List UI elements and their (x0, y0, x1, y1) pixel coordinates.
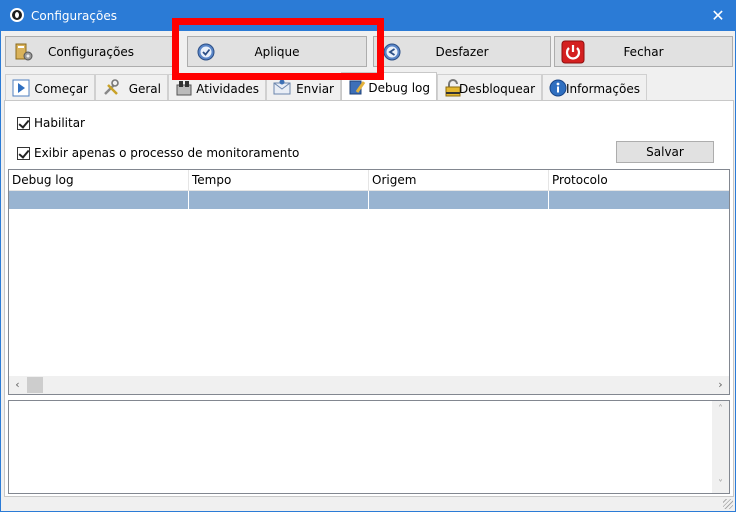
debug-log-panel: Habilitar Exibir apenas o processo de mo… (4, 100, 734, 497)
table-cell (9, 191, 189, 209)
tab-atividades-label: Atividades (196, 82, 259, 96)
table-cell (549, 191, 729, 209)
habilitar-checkbox[interactable] (17, 117, 30, 130)
scroll-left-icon[interactable]: ‹ (9, 376, 26, 394)
tab-enviar-label: Enviar (296, 82, 334, 96)
scroll-up-icon[interactable]: ˄ (712, 401, 729, 418)
tools-icon (104, 79, 119, 95)
play-icon (12, 79, 30, 97)
scroll-thumb[interactable] (27, 377, 43, 393)
send-mail-icon (273, 79, 291, 95)
tab-enviar[interactable]: Enviar (266, 74, 341, 100)
window-title: Configurações (31, 9, 117, 23)
table-cell (369, 191, 549, 209)
scroll-right-icon[interactable]: › (712, 376, 729, 394)
tab-debug-log[interactable]: Debug log (341, 72, 437, 101)
tab-geral-label: Geral (128, 82, 161, 96)
list-header: Debug log Tempo Origem Protocolo (9, 170, 729, 191)
monitor-only-label: Exibir apenas o processo de monitorament… (34, 146, 300, 160)
title-bar: Configurações ✕ (1, 1, 735, 31)
vertical-scrollbar[interactable]: ˄ ˅ (712, 401, 729, 493)
fechar-button[interactable]: Fechar (554, 36, 733, 67)
tab-atividades[interactable]: Atividades (168, 74, 266, 100)
column-header-tempo[interactable]: Tempo (189, 170, 369, 190)
horizontal-scrollbar[interactable]: ‹ › (9, 376, 729, 394)
monitor-only-checkbox[interactable] (17, 147, 30, 160)
configuracoes-button[interactable]: Configurações (5, 36, 177, 67)
aplique-button-label: Aplique (254, 45, 300, 59)
tab-comecar-label: Começar (34, 82, 88, 96)
settings-window: Configurações ✕ Configurações Aplique De… (0, 0, 736, 512)
tab-geral[interactable]: Geral (95, 74, 168, 100)
tab-desbloquear[interactable]: Desbloquear (437, 74, 542, 100)
habilitar-label: Habilitar (34, 116, 85, 130)
desfazer-button[interactable]: Desfazer (373, 36, 551, 67)
activities-icon (176, 81, 192, 96)
resize-grip-icon[interactable] (723, 499, 733, 509)
table-row[interactable] (9, 191, 729, 209)
configuracoes-button-label: Configurações (48, 45, 134, 59)
tab-debug-log-label: Debug log (368, 81, 430, 95)
column-header-debug-log[interactable]: Debug log (9, 170, 189, 190)
table-cell (189, 191, 369, 209)
debug-log-list[interactable]: Debug log Tempo Origem Protocolo ‹ › (8, 169, 730, 395)
tab-informacoes-label: Informações (565, 82, 640, 96)
tab-comecar[interactable]: Começar (5, 74, 95, 100)
tab-desbloquear-label: Desbloquear (458, 82, 535, 96)
salvar-button[interactable]: Salvar (616, 141, 714, 163)
column-header-protocolo[interactable]: Protocolo (549, 170, 729, 190)
desfazer-button-label: Desfazer (435, 45, 489, 59)
aplique-button[interactable]: Aplique (187, 36, 367, 67)
tab-informacoes[interactable]: Informações (542, 74, 647, 100)
info-icon (549, 79, 567, 97)
column-header-origem[interactable]: Origem (369, 170, 549, 190)
pencil-book-icon (349, 80, 366, 95)
close-window-button[interactable]: ✕ (707, 5, 729, 27)
fechar-button-label: Fechar (623, 45, 664, 59)
log-details-textarea[interactable]: ˄ ˅ (8, 400, 730, 494)
scroll-down-icon[interactable]: ˅ (712, 476, 729, 493)
app-eye-icon (10, 8, 24, 22)
